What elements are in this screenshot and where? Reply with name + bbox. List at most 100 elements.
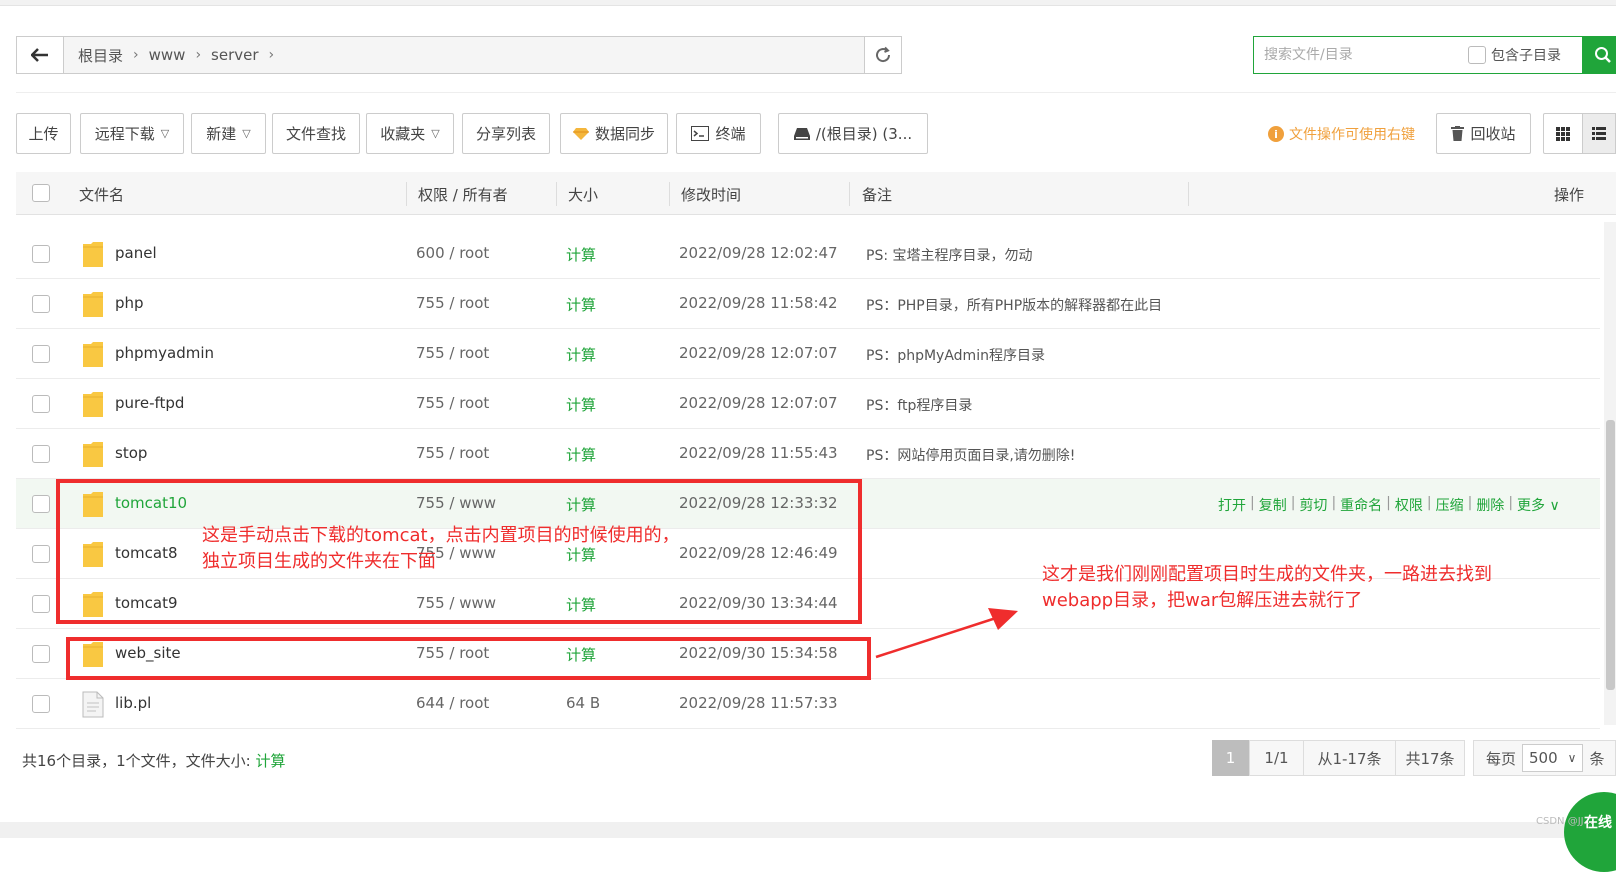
row-actions: 打开 | 复制 | 剪切 | 重命名 | 权限 | 压缩 | 删除 | 更多 ∨ xyxy=(1218,495,1560,515)
per-page-select[interactable]: 500 ∨ xyxy=(1522,744,1584,772)
terminal-label: 终端 xyxy=(715,125,746,143)
header-size[interactable]: 大小 xyxy=(568,184,598,205)
file-name[interactable]: lib.pl xyxy=(115,694,151,712)
table-row[interactable]: stop 755 / root 计算 2022/09/28 11:55:43 P… xyxy=(16,429,1600,479)
file-perm[interactable]: 644 / root xyxy=(416,694,489,712)
file-size[interactable]: 计算 xyxy=(566,344,596,365)
row-checkbox[interactable] xyxy=(32,295,50,313)
file-size[interactable]: 计算 xyxy=(566,444,596,465)
file-summary: 共16个目录，1个文件，文件大小: 计算 xyxy=(22,750,285,771)
crumb-root[interactable]: 根目录 xyxy=(72,45,129,66)
list-view-button[interactable] xyxy=(1582,113,1616,154)
back-button[interactable] xyxy=(17,37,64,73)
scrollbar-thumb[interactable] xyxy=(1606,420,1615,690)
file-name[interactable]: panel xyxy=(115,244,157,262)
file-perm[interactable]: 755 / root xyxy=(416,394,489,412)
file-note[interactable]: PS: 宝塔主程序目录，勿动 xyxy=(866,245,1191,265)
row-checkbox[interactable] xyxy=(32,595,50,613)
file-note[interactable]: PS：phpMyAdmin程序目录 xyxy=(866,345,1191,365)
crumb-www[interactable]: www xyxy=(143,46,192,64)
file-name[interactable]: stop xyxy=(115,444,147,462)
delete-action[interactable]: 删除 xyxy=(1476,495,1504,515)
chevron-down-icon: ∨ xyxy=(1545,498,1560,514)
share-list-button[interactable]: 分享列表 xyxy=(462,113,550,154)
annotation-line: 这才是我们刚刚配置项目时生成的文件夹，一路进去找到 xyxy=(1042,564,1492,585)
file-name[interactable]: pure-ftpd xyxy=(115,394,184,412)
header-perm[interactable]: 权限 / 所有者 xyxy=(418,184,508,205)
folder-icon xyxy=(83,342,103,367)
table-row[interactable]: php 755 / root 计算 2022/09/28 11:58:42 PS… xyxy=(16,279,1600,329)
table-row[interactable]: pure-ftpd 755 / root 计算 2022/09/28 12:07… xyxy=(16,379,1600,429)
row-checkbox[interactable] xyxy=(32,495,50,513)
page-total: 1/1 xyxy=(1249,740,1304,776)
include-subdir-checkbox[interactable] xyxy=(1468,46,1486,64)
rename-action[interactable]: 重命名 xyxy=(1340,495,1382,515)
online-service-button[interactable]: 在线 xyxy=(1564,792,1616,872)
annotation-line: webapp目录，把war包解压进去就行了 xyxy=(1042,590,1363,611)
file-note[interactable]: PS：网站停用页面目录,请勿删除! xyxy=(866,445,1191,465)
row-checkbox[interactable] xyxy=(32,645,50,663)
page-current[interactable]: 1 xyxy=(1212,740,1249,776)
disk-button[interactable]: /(根目录) (3... xyxy=(778,113,928,154)
file-note[interactable]: PS：ftp程序目录 xyxy=(866,395,1191,415)
header-note: 备注 xyxy=(862,186,893,204)
file-name[interactable]: phpmyadmin xyxy=(115,344,214,362)
row-checkbox[interactable] xyxy=(32,445,50,463)
file-icon xyxy=(82,691,104,718)
file-search-label: 文件查找 xyxy=(285,125,346,143)
file-perm[interactable]: 755 / root xyxy=(416,444,489,462)
top-strip xyxy=(0,0,1616,6)
favorites-button[interactable]: 收藏夹 ▽ xyxy=(366,113,454,154)
file-mtime: 2022/09/28 12:07:07 xyxy=(679,394,838,412)
select-all-checkbox[interactable] xyxy=(32,184,50,202)
open-action[interactable]: 打开 xyxy=(1218,495,1246,515)
data-sync-button[interactable]: 数据同步 xyxy=(560,113,668,154)
terminal-button[interactable]: 终端 xyxy=(676,113,761,154)
row-checkbox[interactable] xyxy=(32,395,50,413)
cut-action[interactable]: 剪切 xyxy=(1299,495,1327,515)
row-checkbox[interactable] xyxy=(32,545,50,563)
include-subdir-label: 包含子目录 xyxy=(1491,48,1561,64)
file-perm[interactable]: 755 / root xyxy=(416,294,489,312)
file-name[interactable]: php xyxy=(115,294,144,312)
table-row[interactable]: lib.pl 644 / root 64 B 2022/09/28 11:57:… xyxy=(16,679,1600,729)
crumb-server[interactable]: server xyxy=(205,46,264,64)
copy-action[interactable]: 复制 xyxy=(1259,495,1287,515)
more-action[interactable]: 更多 ∨ xyxy=(1517,495,1560,515)
file-perm[interactable]: 755 / root xyxy=(416,344,489,362)
include-subdir-toggle[interactable]: 包含子目录 xyxy=(1468,45,1561,65)
per-page-prefix: 每页 xyxy=(1486,749,1517,768)
header-mtime[interactable]: 修改时间 xyxy=(681,184,741,205)
summary-calc-link[interactable]: 计算 xyxy=(255,752,285,770)
file-size[interactable]: 计算 xyxy=(566,244,596,265)
table-row[interactable]: phpmyadmin 755 / root 计算 2022/09/28 12:0… xyxy=(16,329,1600,379)
file-perm[interactable]: 600 / root xyxy=(416,244,489,262)
row-checkbox[interactable] xyxy=(32,345,50,363)
file-mtime: 2022/09/28 11:58:42 xyxy=(679,294,838,312)
breadcrumb: 根目录 › www › server › xyxy=(64,45,864,66)
remote-download-button[interactable]: 远程下载 ▽ xyxy=(80,113,184,154)
upload-button[interactable]: 上传 xyxy=(16,113,71,154)
refresh-button[interactable] xyxy=(864,37,901,73)
new-label: 新建 xyxy=(206,125,237,143)
permission-action[interactable]: 权限 xyxy=(1395,495,1423,515)
file-mtime: 2022/09/28 11:57:33 xyxy=(679,694,838,712)
action-separator: | xyxy=(1426,495,1432,511)
header-divider xyxy=(406,182,407,206)
compress-action[interactable]: 压缩 xyxy=(1436,495,1464,515)
file-search-button[interactable]: 文件查找 xyxy=(272,113,360,154)
file-note[interactable]: PS：PHP目录，所有PHP版本的解释器都在此目 xyxy=(866,295,1191,315)
search-input[interactable] xyxy=(1254,38,1464,72)
table-row[interactable]: panel 600 / root 计算 2022/09/28 12:02:47 … xyxy=(16,229,1600,279)
row-checkbox[interactable] xyxy=(32,695,50,713)
grid-view-button[interactable] xyxy=(1543,113,1583,154)
search-button[interactable] xyxy=(1583,36,1616,74)
file-size[interactable]: 计算 xyxy=(566,394,596,415)
new-button[interactable]: 新建 ▽ xyxy=(191,113,266,154)
header-name[interactable]: 文件名 xyxy=(79,184,124,205)
page-count: 共17条 xyxy=(1395,740,1465,776)
row-checkbox[interactable] xyxy=(32,245,50,263)
recycle-bin-button[interactable]: 回收站 xyxy=(1436,113,1531,154)
file-size[interactable]: 计算 xyxy=(566,294,596,315)
disk-icon xyxy=(793,127,810,140)
